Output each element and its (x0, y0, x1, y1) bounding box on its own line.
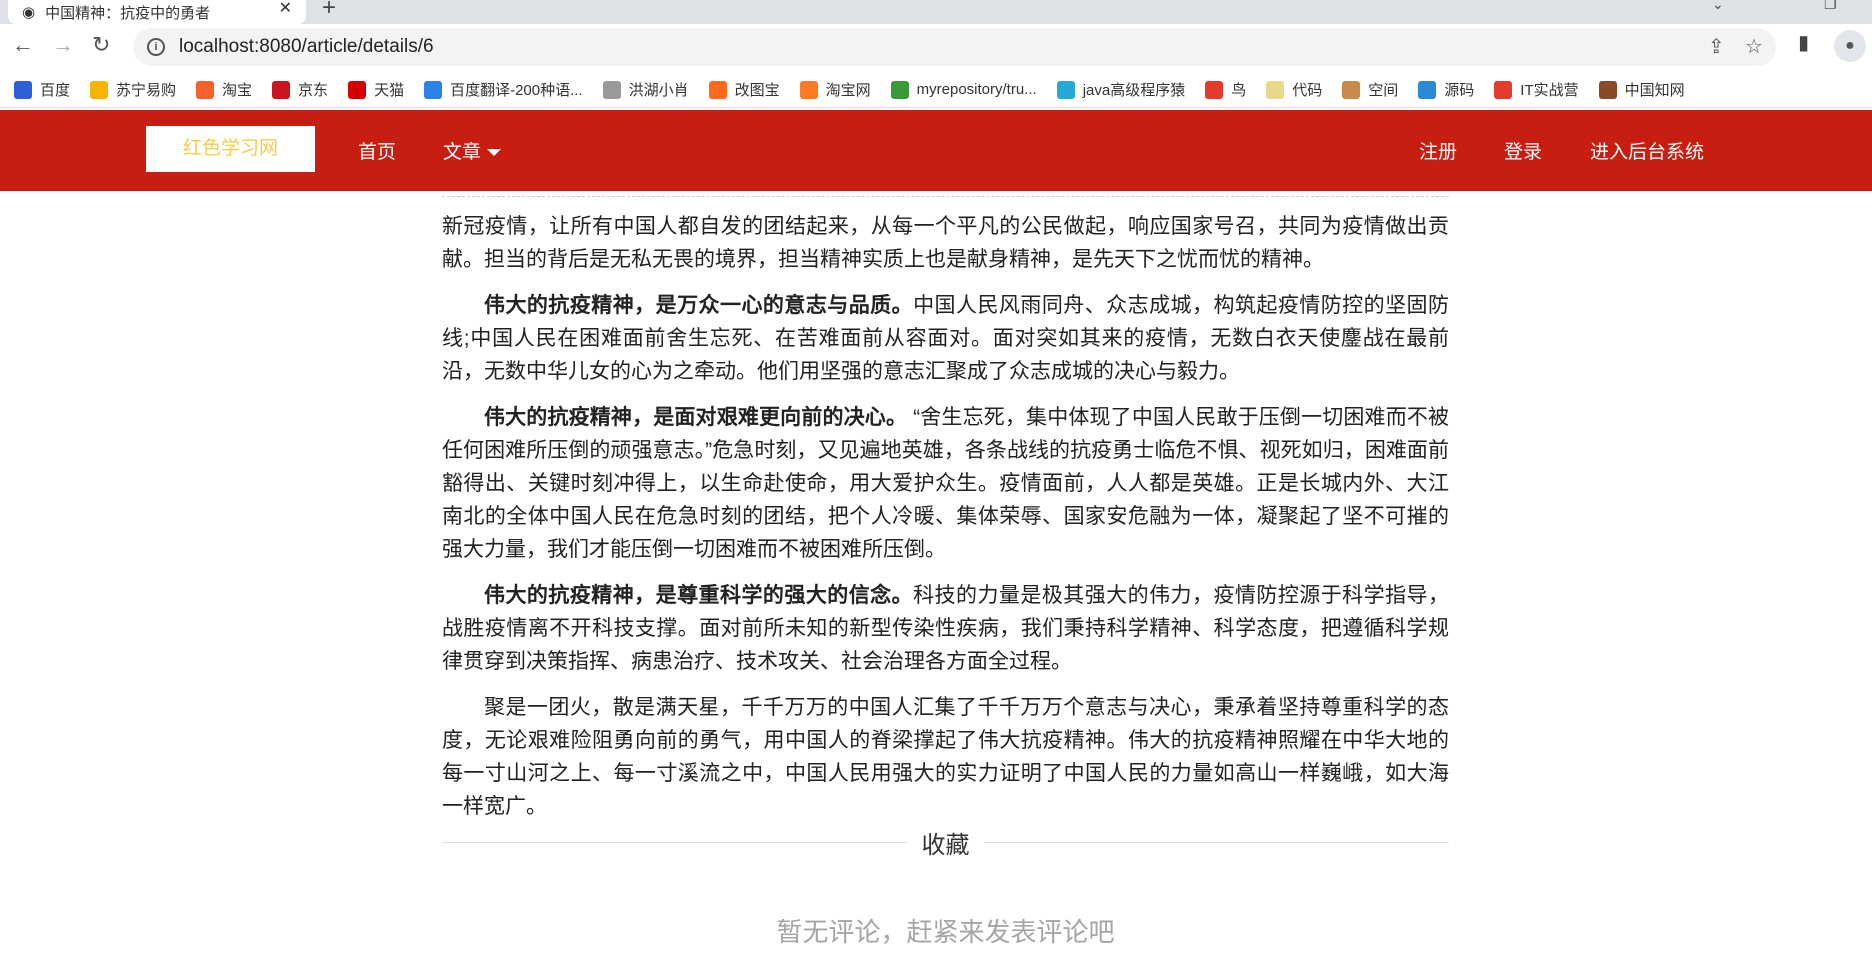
bookmark-item[interactable]: myrepository/tru... (890, 80, 1037, 99)
favorite-divider: 收藏 (442, 825, 1449, 860)
bookmark-label: 淘宝网 (825, 82, 871, 99)
no-comments-message: 暂无评论，赶紧来发表评论吧 (776, 917, 1115, 947)
forward-icon[interactable]: → (52, 32, 74, 58)
bookmark-star-icon[interactable]: ☆ (1745, 34, 1763, 59)
bookmark-item[interactable]: 洪湖小肖 (602, 79, 689, 100)
bookmark-item[interactable]: 百度翻译-200种语... (424, 79, 583, 100)
restore-window-icon[interactable]: ❐ (1824, 0, 1837, 13)
bookmark-label: java高级程序猿 (1082, 82, 1186, 99)
paragraph: 伟大的抗疫精神，是面对艰难更向前的决心。 “舍生忘死，集中体现了中国人民敢于压倒… (442, 401, 1449, 566)
caret-down-icon (487, 149, 502, 157)
tab-search-icon[interactable]: ⌄ (1712, 0, 1724, 13)
bookmark-favicon-icon (602, 80, 621, 99)
paragraph: 新冠疫情，让所有中国人都自发的团结起来，从每一个平凡的公民做起，响应国家号召，共… (442, 215, 1449, 271)
bookmark-label: 源码 (1444, 82, 1475, 99)
site-info-icon[interactable]: i (147, 38, 165, 56)
bookmark-label: 淘宝 (222, 82, 253, 99)
paragraph-heading: 伟大的抗疫精神，是万众一心的意志与品质。 (484, 294, 914, 317)
bookmark-label: 鸟 (1231, 82, 1247, 99)
bookmark-item[interactable]: 源码 (1418, 79, 1474, 100)
bookmark-favicon-icon (272, 80, 291, 99)
nav-admin[interactable]: 进入后台系统 (1590, 137, 1704, 164)
bookmark-label: 百度 (40, 82, 71, 99)
bookmark-label: 天猫 (374, 82, 405, 99)
url-text[interactable]: localhost:8080/article/details/6 (179, 36, 434, 58)
bookmark-item[interactable]: 改图宝 (708, 79, 780, 100)
bookmark-favicon-icon (708, 80, 727, 99)
bookmarks-bar: 百度 苏宁易购 淘宝 京东 天猫 百度翻译-200种语... 洪湖小肖 改图宝 淘宝网 myrep… (0, 72, 1872, 108)
tab-title: 中国精神：抗疫中的勇者 (45, 4, 211, 22)
site-logo[interactable]: 红色学习网 (146, 126, 315, 172)
bookmark-favicon-icon (1056, 80, 1075, 99)
bookmark-favicon-icon (1598, 80, 1617, 99)
side-panel-icon[interactable]: ▮ (1798, 30, 1809, 55)
share-icon[interactable]: ⇪ (1708, 34, 1725, 59)
bookmark-label: 洪湖小肖 (628, 82, 689, 99)
paragraph-heading: 伟大的抗疫精神，是面对艰难更向前的决心。 (484, 406, 908, 429)
nav-login[interactable]: 登录 (1504, 137, 1542, 164)
bookmark-label: IT实战营 (1520, 82, 1579, 99)
bookmark-item[interactable]: 中国知网 (1598, 79, 1685, 100)
divider-line (442, 841, 908, 843)
new-tab-button[interactable]: + (322, 0, 336, 22)
paragraph: 伟大的抗疫精神，是尊重科学的强大的信念。科技的力量是极其强大的伟力，疫情防控源于… (442, 579, 1449, 678)
bookmark-item[interactable]: 鸟 (1205, 79, 1246, 100)
bookmark-label: 空间 (1368, 82, 1399, 99)
bookmark-favicon-icon (196, 80, 215, 99)
divider-line (983, 841, 1449, 843)
bookmark-favicon-icon (1205, 80, 1224, 99)
bookmark-item[interactable]: 京东 (272, 79, 328, 100)
bookmark-label: 中国知网 (1624, 82, 1685, 99)
bookmark-label: 代码 (1292, 82, 1323, 99)
bookmark-item[interactable]: 淘宝 (196, 79, 252, 100)
nav-register[interactable]: 注册 (1419, 137, 1457, 164)
bookmark-favicon-icon (1418, 80, 1437, 99)
globe-icon: ◉ (22, 4, 36, 21)
bookmark-item[interactable]: 天猫 (348, 79, 404, 100)
bookmark-item[interactable]: 苏宁易购 (90, 79, 176, 100)
site-navbar: 红色学习网 首页 文章 注册 登录 进入后台系统 (0, 110, 1872, 191)
bookmark-favicon-icon (890, 80, 909, 99)
paragraph-text: “舍生忘死，集中体现了中国人民敢于压倒一切困难而不被任何困难所压倒的顽强意志。”… (442, 406, 1450, 561)
bookmark-favicon-icon (799, 80, 818, 99)
bookmark-favicon-icon (1342, 80, 1361, 99)
bookmark-favicon-icon (1266, 80, 1285, 99)
tab-strip: ◉ 中国精神：抗疫中的勇者 ✕ + ⌄ ❐ (0, 0, 1872, 24)
bookmark-favicon-icon (14, 80, 32, 99)
paragraph: 伟大的抗疫精神，是万众一心的意志与品质。中国人民风雨同舟、众志成城，构筑起疫情防… (442, 289, 1449, 388)
browser-toolbar: ← → ↻ i localhost:8080/article/details/6… (0, 24, 1872, 70)
reload-icon[interactable]: ↻ (92, 32, 110, 58)
paragraph: 聚是一团火，散是满天星，千千万万的中国人汇集了千千万万个意志与决心，秉承着坚持尊… (442, 696, 1449, 818)
close-tab-icon[interactable]: ✕ (279, 0, 292, 18)
bookmark-favicon-icon (90, 80, 109, 99)
bookmark-item[interactable]: IT实战营 (1494, 79, 1579, 100)
bookmark-favicon-icon (1494, 80, 1513, 99)
address-bar[interactable]: i localhost:8080/article/details/6 ⇪ ☆ (133, 28, 1776, 66)
bookmark-item[interactable]: 淘宝网 (799, 79, 871, 100)
bookmark-item[interactable]: java高级程序猿 (1056, 79, 1186, 100)
bookmark-item[interactable]: 代码 (1266, 79, 1322, 100)
profile-avatar[interactable]: ● (1834, 30, 1866, 62)
browser-tab[interactable]: ◉ 中国精神：抗疫中的勇者 ✕ (8, 0, 306, 24)
bookmark-item[interactable]: 空间 (1342, 79, 1398, 100)
nav-articles-label: 文章 (443, 142, 482, 163)
bookmark-label: 改图宝 (734, 82, 780, 99)
article-body: 新冠疫情，让所有中国人都自发的团结起来，从每一个平凡的公民做起，响应国家号召，共… (442, 196, 1449, 823)
bookmark-item[interactable]: 百度 (14, 79, 70, 100)
bookmark-label: myrepository/tru... (916, 81, 1037, 98)
bookmark-favicon-icon (348, 80, 367, 99)
bookmark-favicon-icon (424, 80, 443, 99)
nav-articles-dropdown[interactable]: 文章 (443, 137, 502, 164)
back-icon[interactable]: ← (12, 32, 34, 58)
bookmark-label: 京东 (298, 82, 329, 99)
paragraph-heading: 伟大的抗疫精神，是尊重科学的强大的信念。 (484, 584, 914, 607)
nav-home[interactable]: 首页 (358, 137, 396, 164)
bookmark-label: 百度翻译-200种语... (450, 82, 583, 99)
favorite-button[interactable]: 收藏 (908, 825, 984, 860)
bookmark-label: 苏宁易购 (116, 82, 177, 99)
